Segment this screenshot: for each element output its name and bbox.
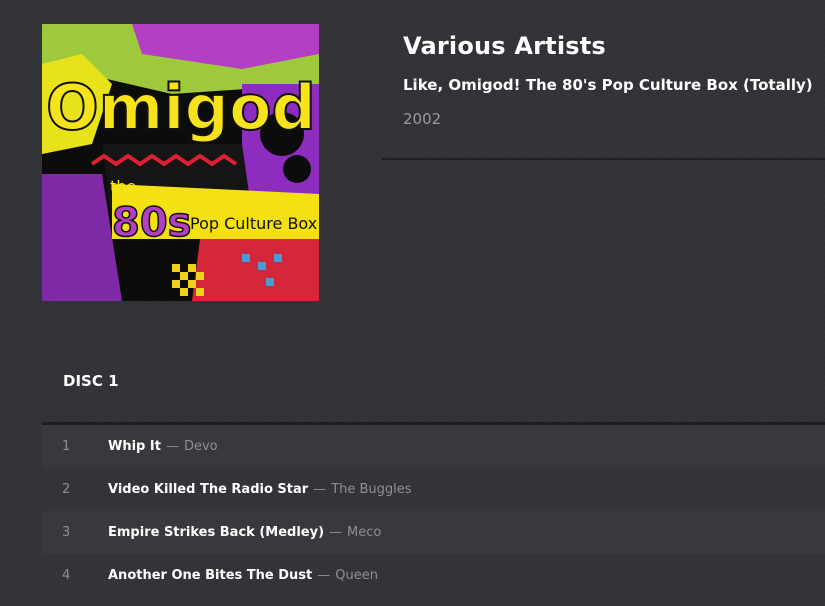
track-number: 2 — [62, 482, 71, 497]
track-title[interactable]: Video Killed The Radio Star — [108, 482, 308, 497]
album-header: Various Artists Like, Omigod! The 80's P… — [403, 32, 813, 128]
track-row[interactable]: 2 Video Killed The Radio Star — The Bugg… — [42, 468, 825, 511]
track-separator: — — [317, 568, 331, 583]
svg-text:Pop Culture Box: Pop Culture Box — [190, 214, 317, 233]
track-separator: — — [313, 482, 327, 497]
track-artist[interactable]: Devo — [184, 439, 218, 454]
album-cover-art: Omigod! the 80s Pop Culture Box — [42, 24, 319, 301]
track-row[interactable]: 4 Another One Bites The Dust — Queen — [42, 554, 825, 597]
track-number: 3 — [62, 525, 71, 540]
album-cover: Omigod! the 80s Pop Culture Box — [42, 24, 319, 301]
track-number: 4 — [62, 568, 71, 583]
album-artist[interactable]: Various Artists — [403, 32, 813, 60]
track-title[interactable]: Empire Strikes Back (Medley) — [108, 525, 324, 540]
track-artist[interactable]: Meco — [347, 525, 381, 540]
track-number: 1 — [62, 439, 71, 454]
header-divider — [381, 158, 825, 160]
track-title[interactable]: Another One Bites The Dust — [108, 568, 312, 583]
track-artist[interactable]: Queen — [335, 568, 378, 583]
track-row[interactable]: 1 Whip It — Devo — [42, 425, 825, 468]
svg-text:Omigod!: Omigod! — [46, 71, 319, 144]
track-artist[interactable]: The Buggles — [331, 482, 411, 497]
track-list: 1 Whip It — Devo 2 Video Killed The Radi… — [42, 425, 825, 597]
disc-label: DISC 1 — [63, 372, 119, 390]
track-row[interactable]: 3 Empire Strikes Back (Medley) — Meco — [42, 511, 825, 554]
album-year: 2002 — [403, 110, 442, 128]
album-title: Like, Omigod! The 80's Pop Culture Box (… — [403, 76, 813, 94]
track-separator: — — [165, 439, 179, 454]
svg-text:80s: 80s — [112, 200, 191, 246]
svg-text:the: the — [110, 177, 136, 196]
track-title[interactable]: Whip It — [108, 439, 161, 454]
track-separator: — — [329, 525, 343, 540]
